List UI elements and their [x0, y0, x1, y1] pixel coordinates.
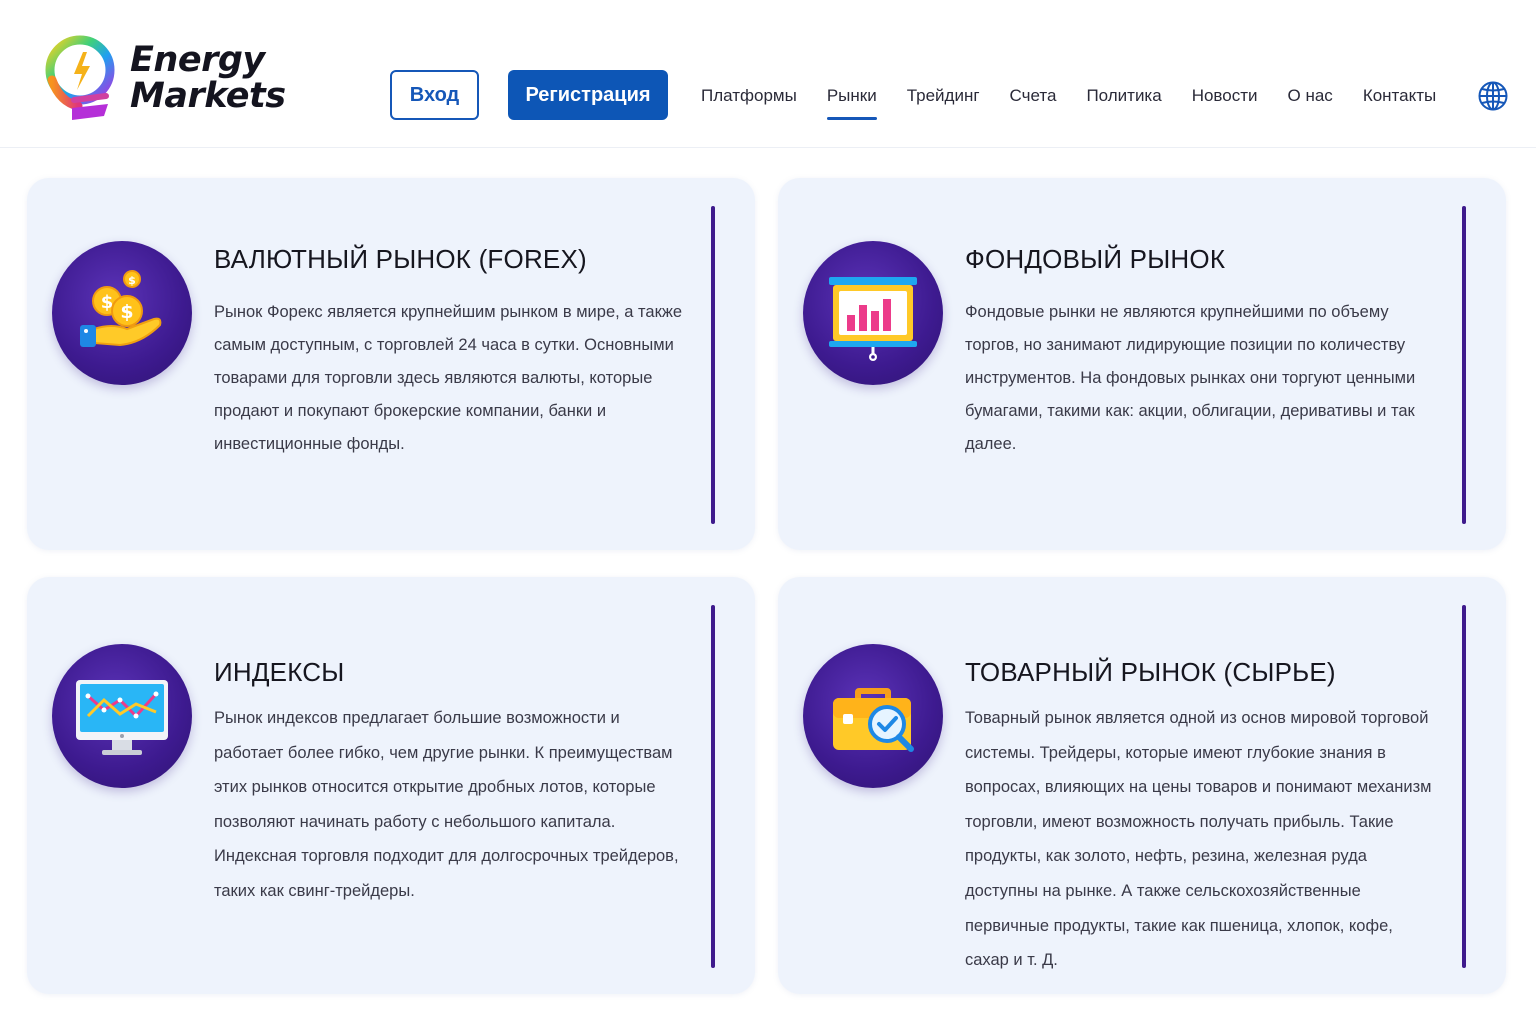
site-header: Energy Markets Вход Регистрация Платформ…	[0, 0, 1536, 148]
monitor-graph-icon	[52, 644, 192, 788]
card-title: ТОВАРНЫЙ РЫНОК (СЫРЬЕ)	[965, 657, 1336, 687]
nav-item-news[interactable]: Новости	[1177, 74, 1273, 122]
card-description: Рынок индексов предлагает большие возмож…	[214, 709, 679, 900]
nav-item-accounts[interactable]: Счета	[995, 74, 1072, 122]
nav-item-platforms[interactable]: Платформы	[686, 74, 812, 122]
card-description: Фондовые рынки не являются крупнейшими п…	[965, 303, 1416, 453]
nav-item-trading[interactable]: Трейдинг	[892, 74, 995, 122]
card-divider	[711, 605, 715, 968]
main-nav: Платформы Рынки Трейдинг Счета Политика …	[686, 74, 1451, 122]
card-description: Товарный рынок является одной из основ м…	[965, 709, 1432, 970]
market-card-indexes[interactable]: ИНДЕКСЫ Рынок индексов предлагает больши…	[27, 577, 755, 994]
presentation-chart-icon	[803, 241, 943, 385]
card-title: ИНДЕКСЫ	[214, 657, 345, 687]
register-button[interactable]: Регистрация	[508, 70, 668, 120]
card-title: ВАЛЮТНЫЙ РЫНОК (FOREX)	[214, 244, 587, 274]
nav-item-about[interactable]: О нас	[1273, 74, 1348, 122]
card-title: ФОНДОВЫЙ РЫНОК	[965, 244, 1226, 274]
coins-hand-icon: $ $ $	[52, 241, 192, 385]
brand-name: Energy Markets	[130, 42, 286, 114]
card-description: Рынок Форекс является крупнейшим рынком …	[214, 303, 683, 453]
svg-text:$: $	[120, 301, 133, 323]
globe-icon[interactable]	[1477, 80, 1509, 112]
nav-item-policy[interactable]: Политика	[1071, 74, 1176, 122]
lightbulb-logo-icon	[42, 30, 122, 126]
brand-line-1: Energy	[130, 40, 265, 80]
card-divider	[1462, 605, 1466, 968]
briefcase-search-icon	[803, 644, 943, 788]
login-button[interactable]: Вход	[390, 70, 479, 120]
brand-logo[interactable]: Energy Markets	[42, 30, 286, 126]
card-divider	[711, 206, 715, 524]
nav-item-contacts[interactable]: Контакты	[1348, 74, 1451, 122]
nav-item-markets[interactable]: Рынки	[812, 74, 892, 122]
market-card-commodities[interactable]: ТОВАРНЫЙ РЫНОК (СЫРЬЕ) Товарный рынок яв…	[778, 577, 1506, 994]
card-divider	[1462, 206, 1466, 524]
market-card-stock[interactable]: ФОНДОВЫЙ РЫНОК Фондовые рынки не являютс…	[778, 178, 1506, 550]
brand-line-2: Markets	[130, 76, 286, 116]
market-card-forex[interactable]: $ $ $ ВАЛЮТНЫЙ РЫНОК (FOREX) Рынок Форек…	[27, 178, 755, 550]
svg-text:$: $	[128, 274, 136, 287]
